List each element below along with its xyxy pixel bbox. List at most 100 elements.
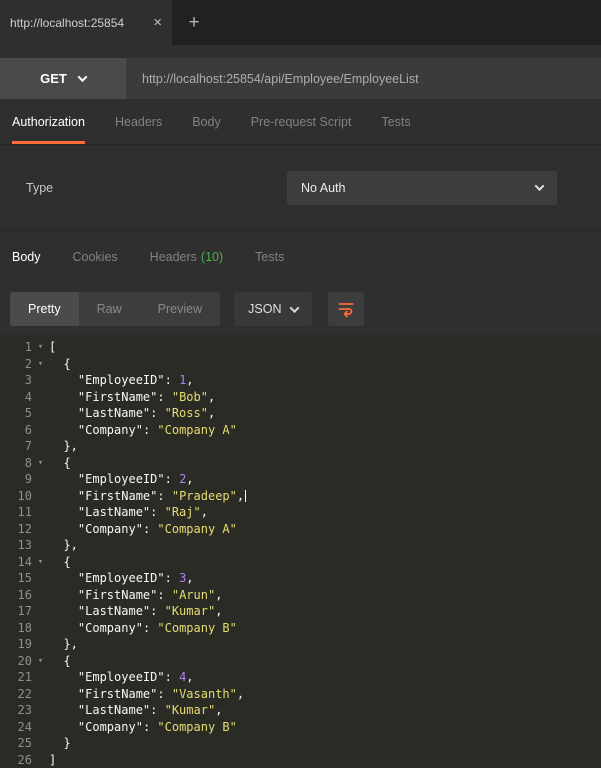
language-value: JSON <box>248 302 281 316</box>
response-tab-body[interactable]: Body <box>12 250 41 264</box>
code-text: } <box>49 735 601 752</box>
auth-type-dropdown[interactable]: No Auth <box>287 171 557 205</box>
wrap-text-icon <box>337 300 355 318</box>
view-raw-button[interactable]: Raw <box>79 292 140 326</box>
fold-gutter <box>32 471 49 488</box>
code-text: { <box>49 356 601 373</box>
response-tab-headers[interactable]: Headers(10) <box>150 250 223 264</box>
code-text: { <box>49 653 601 670</box>
line-number: 26 <box>0 752 32 768</box>
fold-toggle-icon[interactable]: ▾ <box>32 356 49 373</box>
code-text: { <box>49 455 601 472</box>
code-line: 26] <box>0 752 601 768</box>
line-number: 13 <box>0 537 32 554</box>
code-text: "LastName": "Raj", <box>49 504 601 521</box>
tab-authorization[interactable]: Authorization <box>12 99 85 144</box>
fold-gutter <box>32 752 49 768</box>
line-number: 6 <box>0 422 32 439</box>
code-text: "EmployeeID": 2, <box>49 471 601 488</box>
code-line: 23 "LastName": "Kumar", <box>0 702 601 719</box>
line-number: 23 <box>0 702 32 719</box>
code-text: "FirstName": "Bob", <box>49 389 601 406</box>
fold-toggle-icon[interactable]: ▾ <box>32 653 49 670</box>
code-line: 8▾ { <box>0 455 601 472</box>
fold-gutter <box>32 405 49 422</box>
code-text: "FirstName": "Pradeep", <box>49 488 601 505</box>
line-number: 16 <box>0 587 32 604</box>
view-preview-button[interactable]: Preview <box>140 292 220 326</box>
line-number: 15 <box>0 570 32 587</box>
chevron-down-icon <box>290 303 300 313</box>
line-number: 25 <box>0 735 32 752</box>
code-line: 11 "LastName": "Raj", <box>0 504 601 521</box>
request-tab[interactable]: http://localhost:25854 × <box>0 0 172 45</box>
code-text: "Company": "Company B" <box>49 620 601 637</box>
view-pretty-button[interactable]: Pretty <box>10 292 79 326</box>
response-tab-cookies[interactable]: Cookies <box>73 250 118 264</box>
tab-headers[interactable]: Headers <box>115 99 162 144</box>
fold-gutter <box>32 488 49 505</box>
code-line: 17 "LastName": "Kumar", <box>0 603 601 620</box>
fold-toggle-icon[interactable]: ▾ <box>32 554 49 571</box>
fold-toggle-icon[interactable]: ▾ <box>32 455 49 472</box>
fold-gutter <box>32 636 49 653</box>
fold-toggle-icon[interactable]: ▾ <box>32 339 49 356</box>
line-number: 19 <box>0 636 32 653</box>
line-number: 8 <box>0 455 32 472</box>
text-cursor <box>245 490 246 502</box>
response-headers-label: Headers <box>150 250 197 264</box>
language-dropdown[interactable]: JSON <box>234 292 312 326</box>
request-tabs: Authorization Headers Body Pre-request S… <box>0 99 601 145</box>
code-line: 12 "Company": "Company A" <box>0 521 601 538</box>
code-line: 2▾ { <box>0 356 601 373</box>
code-text: "LastName": "Kumar", <box>49 603 601 620</box>
code-line: 4 "FirstName": "Bob", <box>0 389 601 406</box>
code-text: "FirstName": "Arun", <box>49 587 601 604</box>
tab-bar: http://localhost:25854 × + <box>0 0 601 45</box>
line-number: 9 <box>0 471 32 488</box>
fold-gutter <box>32 438 49 455</box>
new-tab-button[interactable]: + <box>172 0 216 45</box>
code-text: "LastName": "Ross", <box>49 405 601 422</box>
response-tabs: Body Cookies Headers(10) Tests <box>0 231 601 283</box>
code-line: 22 "FirstName": "Vasanth", <box>0 686 601 703</box>
view-mode-switch: Pretty Raw Preview <box>10 292 220 326</box>
method-dropdown[interactable]: GET <box>0 58 126 99</box>
chevron-down-icon <box>77 72 87 82</box>
code-line: 15 "EmployeeID": 3, <box>0 570 601 587</box>
fold-gutter <box>32 620 49 637</box>
response-tab-tests[interactable]: Tests <box>255 250 284 264</box>
code-text: }, <box>49 636 601 653</box>
url-input[interactable]: http://localhost:25854/api/Employee/Empl… <box>126 58 601 99</box>
tab-title: http://localhost:25854 <box>10 16 145 30</box>
close-tab-icon[interactable]: × <box>145 14 162 31</box>
response-body-editor[interactable]: 1▾[2▾ {3 "EmployeeID": 1,4 "FirstName": … <box>0 335 601 768</box>
code-line: 9 "EmployeeID": 2, <box>0 471 601 488</box>
code-line: 1▾[ <box>0 339 601 356</box>
line-number: 7 <box>0 438 32 455</box>
code-text: [ <box>49 339 601 356</box>
fold-gutter <box>32 504 49 521</box>
code-line: 5 "LastName": "Ross", <box>0 405 601 422</box>
code-line: 19 }, <box>0 636 601 653</box>
code-line: 7 }, <box>0 438 601 455</box>
tab-pre-request-script[interactable]: Pre-request Script <box>251 99 352 144</box>
code-text: "FirstName": "Vasanth", <box>49 686 601 703</box>
code-text: ] <box>49 752 601 768</box>
line-number: 20 <box>0 653 32 670</box>
fold-gutter <box>32 719 49 736</box>
line-number: 10 <box>0 488 32 505</box>
wrap-text-button[interactable] <box>328 292 364 326</box>
line-number: 18 <box>0 620 32 637</box>
auth-type-label: Type <box>26 181 53 195</box>
fold-gutter <box>32 686 49 703</box>
line-number: 2 <box>0 356 32 373</box>
tab-body[interactable]: Body <box>192 99 221 144</box>
code-line: 21 "EmployeeID": 4, <box>0 669 601 686</box>
code-text: "EmployeeID": 1, <box>49 372 601 389</box>
code-line: 25 } <box>0 735 601 752</box>
chevron-down-icon <box>535 181 545 191</box>
tab-tests[interactable]: Tests <box>381 99 410 144</box>
line-number: 24 <box>0 719 32 736</box>
code-line: 6 "Company": "Company A" <box>0 422 601 439</box>
